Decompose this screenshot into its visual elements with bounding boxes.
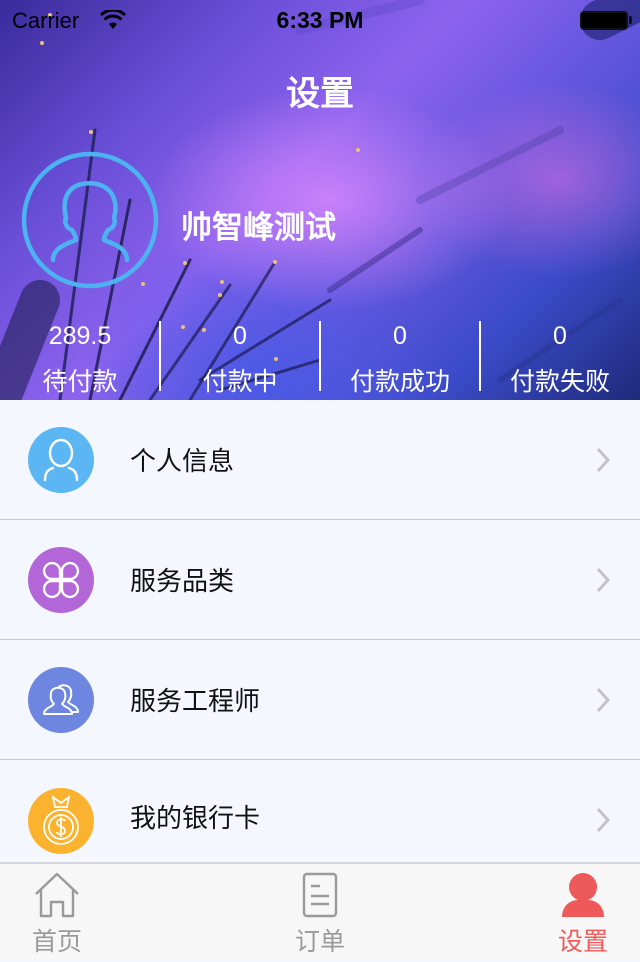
chevron-right-icon (596, 567, 610, 593)
stat-value: 289.5 (48, 322, 112, 350)
menu-label: 个人信息 (130, 447, 235, 477)
chevron-right-icon (596, 447, 610, 473)
battery-tip (629, 16, 632, 24)
menu-label: 服务品类 (130, 567, 235, 597)
stat-label: 付款中 (202, 367, 278, 396)
tab-label: 设置 (557, 927, 608, 956)
profile-icon (562, 873, 604, 917)
battery-icon (580, 11, 628, 30)
menu-item-service-category[interactable]: 服务品类 (0, 520, 640, 640)
profile-header: Carrier 6:33 PM 设置 帅智峰测试 289.5 待付款 0 付款中… (0, 0, 640, 400)
settings-menu: 个人信息 服务品类 服务工程师 我的银行卡 (0, 400, 640, 862)
menu-label: 我的银行卡 (130, 804, 261, 834)
stat-label: 付款成功 (349, 367, 450, 396)
stat-label: 待付款 (42, 367, 118, 396)
stat-pending[interactable]: 289.5 待付款 (0, 318, 161, 398)
category-icon (28, 547, 94, 613)
tab-label: 订单 (294, 927, 345, 956)
user-name: 帅智峰测试 (181, 210, 336, 246)
menu-label: 服务工程师 (130, 687, 261, 717)
stat-value: 0 (393, 322, 407, 350)
stat-success[interactable]: 0 付款成功 (320, 318, 481, 398)
menu-item-personal-info[interactable]: 个人信息 (0, 400, 640, 520)
engineers-icon (28, 667, 94, 733)
clock: 6:33 PM (276, 7, 364, 33)
tab-bar: 首页 订单 设置 (0, 862, 640, 960)
page-title: 设置 (286, 74, 354, 114)
stat-value: 0 (233, 322, 247, 350)
tab-settings[interactable]: 设置 (523, 864, 640, 962)
money-bag-icon (28, 788, 94, 854)
user-avatar-icon[interactable] (20, 150, 160, 290)
chevron-right-icon (596, 687, 610, 713)
stat-value: 0 (553, 322, 567, 350)
menu-item-service-engineers[interactable]: 服务工程师 (0, 640, 640, 760)
chevron-right-icon (596, 807, 610, 833)
status-bar: Carrier 6:33 PM (0, 0, 640, 40)
tab-home[interactable]: 首页 (0, 864, 117, 962)
stat-label: 付款失败 (509, 367, 610, 396)
menu-item-bank-card[interactable]: 我的银行卡 (0, 760, 640, 862)
person-icon (28, 427, 94, 493)
tab-orders[interactable]: 订单 (260, 864, 380, 962)
stat-failed[interactable]: 0 付款失败 (480, 318, 640, 398)
tab-label: 首页 (31, 927, 82, 956)
home-icon (35, 872, 79, 918)
payment-stats: 289.5 待付款 0 付款中 0 付款成功 0 付款失败 (0, 318, 640, 398)
stat-in-progress[interactable]: 0 付款中 (160, 318, 321, 398)
order-icon (302, 872, 338, 918)
